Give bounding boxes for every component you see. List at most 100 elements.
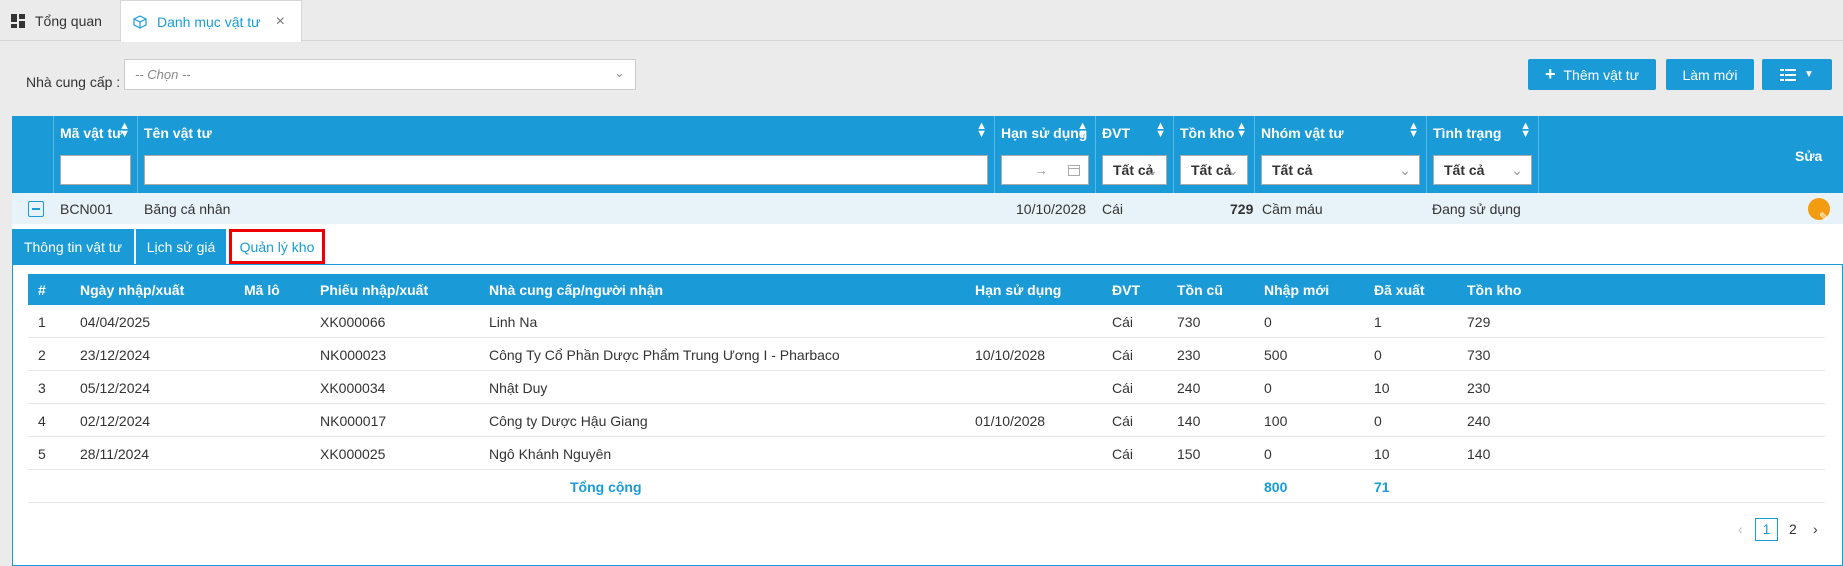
pager-next-icon[interactable]: › (1813, 521, 1818, 537)
grid-col-han[interactable]: Hạn sử dụng ▲ ▼ → (995, 116, 1096, 193)
stock-table-header: # Ngày nhập/xuất Mã lô Phiếu nhập/xuất N… (28, 274, 1825, 305)
col-title: ĐVT (1102, 125, 1130, 141)
cell-cu: 150 (1177, 446, 1201, 462)
filter-ma-input[interactable] (60, 155, 131, 185)
grid-col-ten[interactable]: Tên vật tư ▲ ▼ (138, 116, 995, 193)
cell-xuat: 0 (1374, 347, 1382, 363)
sort-icon[interactable]: ▲ ▼ (1520, 121, 1531, 140)
grid-col-edit: Sửa (1539, 116, 1843, 193)
tab-lich-su-gia[interactable]: Lịch sử giá (136, 229, 226, 264)
filter-ten-input[interactable] (144, 155, 988, 185)
stock-row: 1 04/04/2025 XK000066 Linh Na Cái 730 0 … (28, 305, 1825, 338)
cell-ten: Băng cá nhân (144, 201, 231, 217)
col-title: Nhóm vật tư (1261, 125, 1344, 141)
col-header: Mã lô (244, 282, 280, 298)
sort-icon[interactable]: ▲ ▼ (1236, 121, 1247, 140)
col-title: Sửa (1795, 148, 1823, 164)
sort-icon[interactable]: ▲ ▼ (1155, 121, 1166, 140)
pager-page-2[interactable]: 2 (1789, 521, 1797, 537)
col-title: Tồn kho (1180, 125, 1235, 141)
cell-ngay: 28/11/2024 (80, 446, 150, 462)
cell-nhap: 0 (1264, 314, 1272, 330)
grid-col-dvt[interactable]: ĐVT ▲ ▼ Tất cả ⌄ (1096, 116, 1174, 193)
grid-col-nhom[interactable]: Nhóm vật tư ▲ ▼ Tất cả ⌄ (1255, 116, 1427, 193)
table-row[interactable]: BCN001 Băng cá nhân 10/10/2028 Cái 729 C… (12, 193, 1843, 224)
cell-tinh-trang: Đang sử dụng (1432, 201, 1521, 217)
cell-xuat: 1 (1374, 314, 1382, 330)
cell-ngay: 04/04/2025 (80, 314, 151, 330)
box-icon (133, 14, 147, 29)
total-nhap: 800 (1264, 479, 1288, 495)
cell-ncc: Linh Na (489, 314, 538, 330)
cell-n: 3 (38, 380, 46, 396)
tab-label: Tổng quan (35, 12, 102, 29)
collapse-icon[interactable] (28, 201, 44, 217)
supplier-select[interactable]: -- Chọn -- ⌄ (124, 59, 636, 90)
chevron-down-icon: ⌄ (1227, 162, 1239, 178)
cell-n: 1 (38, 314, 46, 330)
main-panel: Nhà cung cấp : -- Chọn -- ⌄ + Thêm vật t… (12, 50, 1843, 566)
detail-tabs: Thông tin vật tư Lịch sử giá Quản lý kho (12, 224, 1843, 264)
tab-label: Danh mục vật tư (157, 13, 261, 30)
dashboard-icon (11, 13, 25, 28)
total-xuat: 71 (1374, 479, 1390, 495)
cell-dvt: Cái (1112, 413, 1134, 429)
col-title: Tên vật tư (144, 125, 212, 141)
col-header: # (38, 282, 46, 298)
col-header: Hạn sử dụng (975, 282, 1062, 298)
grid-col-ma[interactable]: Mã vật tư ▲ ▼ (54, 116, 138, 193)
cell-dvt: Cái (1112, 347, 1134, 363)
list-icon (1780, 68, 1797, 81)
tab-danh-muc-vat-tu[interactable]: Danh mục vật tư × (120, 0, 302, 42)
sort-icon[interactable]: ▲ ▼ (1077, 121, 1088, 140)
app-tab-bar: Tổng quan Danh mục vật tư × (0, 0, 1843, 42)
col-header: Tồn kho (1467, 282, 1522, 298)
cell-ncc: Công Ty Cổ Phần Dược Phẩm Trung Ương I -… (489, 347, 840, 363)
filter-nhom-select[interactable]: Tất cả ⌄ (1261, 155, 1420, 185)
supplier-placeholder: -- Chọn -- (135, 67, 191, 82)
column-chooser-button[interactable]: ▼ (1762, 59, 1832, 90)
grid-col-ton[interactable]: Tồn kho ▲ ▼ Tất cả ⌄ (1174, 116, 1255, 193)
cell-nhap: 0 (1264, 380, 1272, 396)
chevron-down-icon: ⌄ (1146, 162, 1158, 178)
refresh-button[interactable]: Làm mới (1666, 59, 1754, 90)
cell-phieu: XK000034 (320, 380, 386, 396)
total-label: Tổng cộng (570, 479, 642, 495)
tab-thong-tin[interactable]: Thông tin vật tư (12, 229, 134, 264)
filter-dvt-select[interactable]: Tất cả ⌄ (1102, 155, 1167, 185)
tab-tong-quan[interactable]: Tổng quan (0, 0, 118, 41)
cell-n: 4 (38, 413, 46, 429)
add-item-button[interactable]: + Thêm vật tư (1528, 59, 1656, 90)
col-header: Nhập mới (1264, 282, 1330, 298)
filter-tinh-trang-select[interactable]: Tất cả ⌄ (1433, 155, 1532, 185)
cell-ton: 729 (1230, 201, 1254, 217)
filter-date-range[interactable]: → (1001, 155, 1089, 185)
col-header: Đã xuất (1374, 282, 1425, 298)
col-header: Nhà cung cấp/người nhận (489, 282, 664, 298)
supplier-label: Nhà cung cấp : (26, 74, 121, 90)
pager-page-1[interactable]: 1 (1755, 518, 1778, 541)
plus-icon: + (1544, 64, 1556, 84)
edit-button[interactable]: ✎ (1808, 198, 1830, 224)
cell-xuat: 10 (1374, 380, 1390, 396)
stock-row: 5 28/11/2024 XK000025 Ngô Khánh Nguyên C… (28, 437, 1825, 470)
sort-icon[interactable]: ▲ ▼ (976, 121, 987, 140)
cell-nhap: 500 (1264, 347, 1288, 363)
col-title: Hạn sử dụng (1001, 125, 1088, 141)
filter-ton-select[interactable]: Tất cả ⌄ (1180, 155, 1248, 185)
close-icon[interactable]: × (276, 13, 285, 31)
cell-cu: 230 (1177, 347, 1201, 363)
tab-quan-ly-kho[interactable]: Quản lý kho (229, 229, 325, 264)
sort-icon[interactable]: ▲ ▼ (1408, 121, 1419, 140)
cell-dvt: Cái (1112, 314, 1134, 330)
cell-nhap: 0 (1264, 446, 1272, 462)
cell-phieu: NK000023 (320, 347, 387, 363)
col-header: Ngày nhập/xuất (80, 282, 185, 298)
stock-row: 3 05/12/2024 XK000034 Nhật Duy Cái 240 0… (28, 371, 1825, 404)
grid-col-tinh-trang[interactable]: Tình trạng ▲ ▼ Tất cả ⌄ (1427, 116, 1539, 193)
filter-value: Tất cả (1191, 162, 1232, 178)
sort-icon[interactable]: ▲ ▼ (119, 121, 130, 140)
pager-prev-icon[interactable]: ‹ (1738, 521, 1743, 537)
refresh-label: Làm mới (1682, 66, 1738, 83)
col-title: Mã vật tư (60, 125, 123, 141)
